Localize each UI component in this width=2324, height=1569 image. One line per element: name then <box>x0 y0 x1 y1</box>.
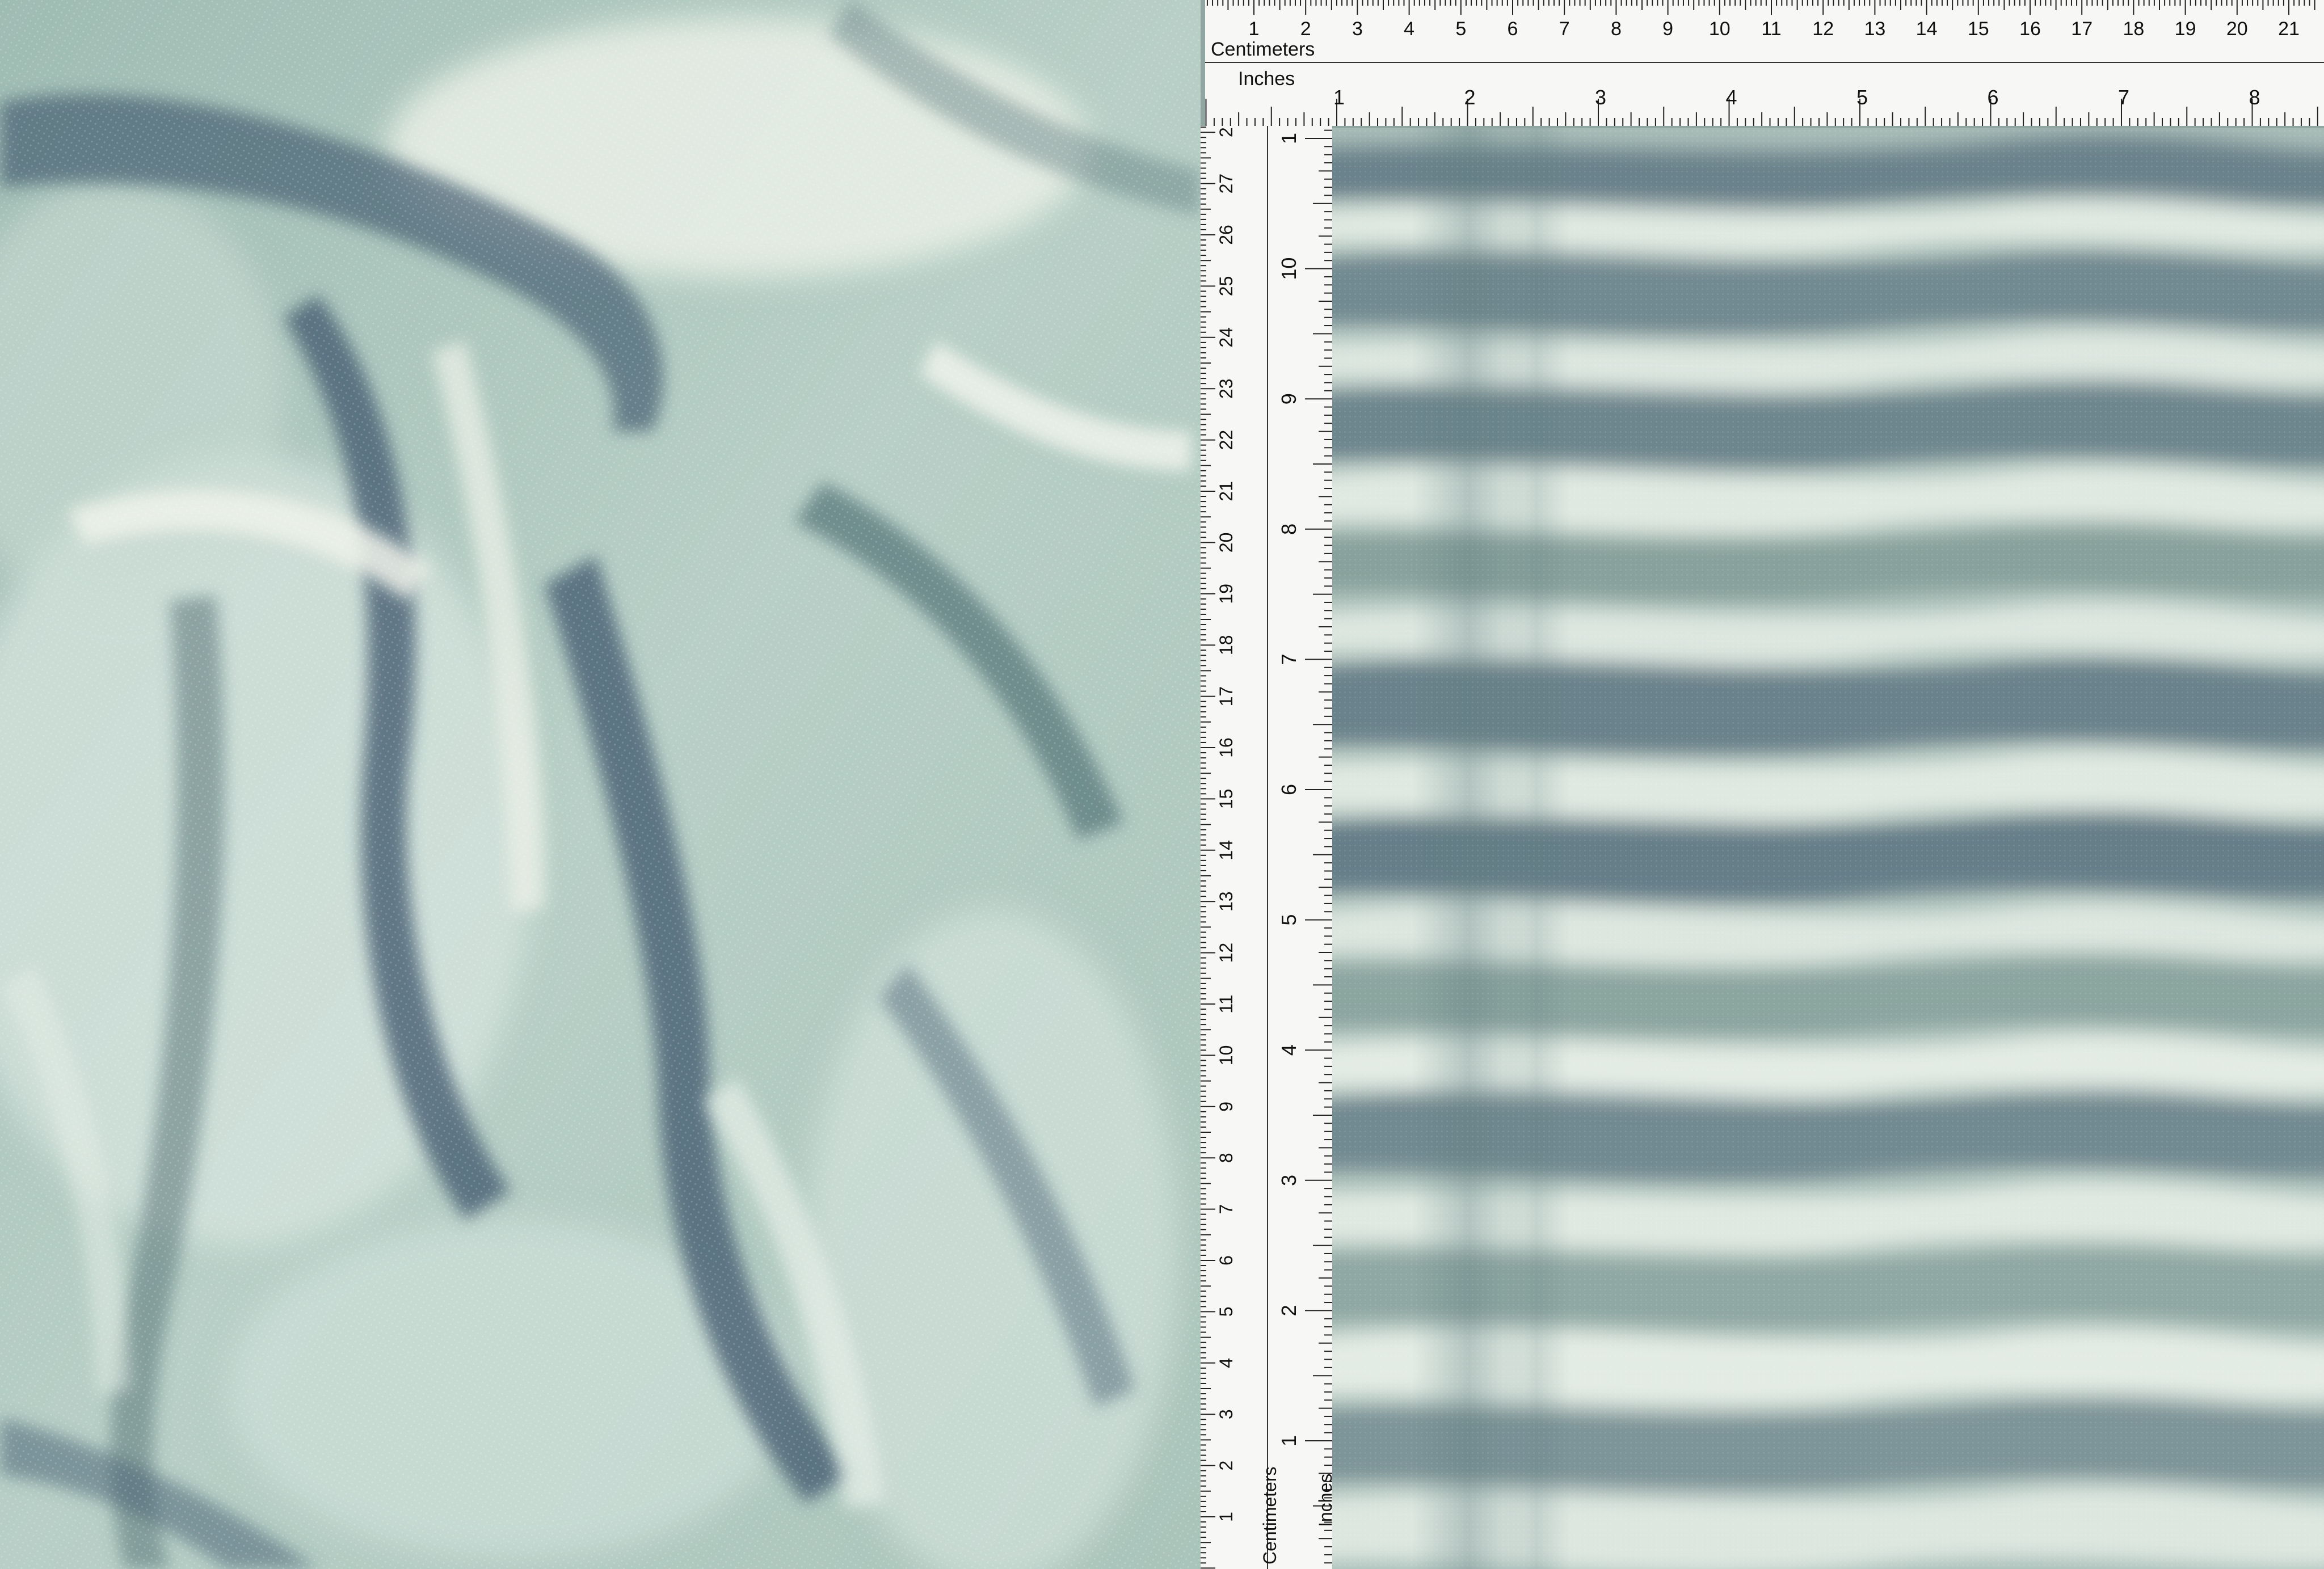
cm-tick-label: 21 <box>2278 18 2300 40</box>
cm-tick-label: 10 <box>1216 1045 1236 1066</box>
cm-tick-label: 16 <box>2019 18 2041 40</box>
inch-tick-label: 7 <box>2118 86 2129 109</box>
cm-tick-label: 6 <box>1508 18 1518 40</box>
flat-fabric-swatch <box>1332 128 2324 1569</box>
left-ruler-unit-centimeters: Centimeters <box>1260 1466 1280 1565</box>
cm-tick-label: 18 <box>2123 18 2144 40</box>
cm-tick-label: 8 <box>1611 18 1622 40</box>
cm-tick-label: 19 <box>2175 18 2196 40</box>
cm-tick-label: 2 <box>1300 18 1311 40</box>
inch-tick-label: 6 <box>1277 784 1300 795</box>
cm-tick-label: 15 <box>1216 789 1236 809</box>
inch-tick-label: 7 <box>1277 653 1300 665</box>
inch-tick-label: 1 <box>1277 133 1300 144</box>
inch-tick-label: 8 <box>2249 86 2260 109</box>
top-ruler: 1 2 3 4 5 6 7 8 9 10 11 12 13 14 15 16 17 18 19 20 21 1 2 3 4 5 6 7… <box>1205 0 2324 126</box>
cm-tick-label: 8 <box>1216 1153 1236 1163</box>
cm-tick-label: 18 <box>1216 635 1236 655</box>
cm-tick-label: 11 <box>1761 18 1781 40</box>
product-photo: 1 2 3 4 5 6 7 8 9 10 11 12 13 14 15 16 17 18 19 20 21 1 2 3 4 5 6 7… <box>0 0 2324 1569</box>
inch-tick-label: 8 <box>1277 524 1300 535</box>
cm-tick-label: 17 <box>2071 18 2093 40</box>
cm-tick-label: 9 <box>1216 1102 1236 1112</box>
inch-tick-label: 4 <box>1277 1044 1300 1056</box>
inch-tick-label: 1 <box>1277 1435 1300 1446</box>
top-ruler-unit-inches: Inches <box>1238 68 1295 90</box>
cm-tick-label: 20 <box>1216 533 1236 553</box>
cm-tick-label: 19 <box>1216 584 1236 604</box>
inch-tick-label: 5 <box>1856 86 1868 109</box>
cm-tick-label: 7 <box>1559 18 1570 40</box>
cm-tick-label: 16 <box>1216 737 1236 758</box>
inch-tick-label: 4 <box>1725 86 1737 109</box>
cm-tick-label: 2 <box>1216 1461 1236 1471</box>
inch-tick-label: 3 <box>1277 1175 1300 1186</box>
cm-tick-label: 13 <box>1216 891 1236 912</box>
left-ruler-unit-inches: Inches <box>1315 1473 1332 1527</box>
cm-tick-label: 14 <box>1916 18 1938 40</box>
cm-tick-label: 14 <box>1216 840 1236 861</box>
cm-tick-label: 15 <box>1968 18 1989 40</box>
cm-tick-label: 11 <box>1216 994 1236 1013</box>
inch-tick-label: 5 <box>1277 914 1300 926</box>
inch-tick-label: 10 <box>1277 258 1300 280</box>
cm-tick-label: 4 <box>1216 1358 1236 1368</box>
cm-tick-label: 3 <box>1216 1409 1236 1419</box>
cm-tick-label: 21 <box>1216 481 1236 501</box>
cm-tick-label: 9 <box>1662 18 1673 40</box>
cm-tick-label: 1 <box>1249 18 1260 40</box>
cm-tick-label: 13 <box>1864 18 1885 40</box>
cm-tick-label: 4 <box>1404 18 1414 40</box>
cm-tick-label: 24 <box>1216 327 1236 348</box>
cm-tick-label: 12 <box>1812 18 1834 40</box>
inch-tick-label: 3 <box>1595 86 1606 109</box>
inch-tick-label: 1 <box>1333 86 1345 109</box>
top-ruler-unit-centimeters: Centimeters <box>1211 39 1315 60</box>
cm-tick-label: 22 <box>1216 430 1236 450</box>
left-ruler: 1 2 3 4 5 6 7 8 9 10 11 12 13 14 15 16 17 18 19 20 21 22 23 24 2… <box>1201 126 1332 1569</box>
inch-tick-label: 2 <box>1464 86 1475 109</box>
cm-tick-label: 23 <box>1216 378 1236 399</box>
cm-tick-label: 27 <box>1216 174 1236 194</box>
flat-fabric-illustration <box>1332 128 2324 1569</box>
cm-tick-label: 1 <box>1216 1512 1236 1522</box>
cm-tick-label: 7 <box>1216 1204 1236 1214</box>
inch-tick-label: 2 <box>1277 1305 1300 1316</box>
cm-tick-label: 5 <box>1216 1307 1236 1317</box>
cm-tick-label: 6 <box>1216 1255 1236 1266</box>
top-ruler-scale: 1 2 3 4 5 6 7 8 9 10 11 12 13 14 15 16 17 18 19 20 211 2 3 4 5 6 7… <box>1205 0 2324 126</box>
draped-fabric-illustration <box>0 0 1201 1569</box>
inch-tick-label: 6 <box>1987 86 1998 109</box>
cm-tick-label: 20 <box>2226 18 2248 40</box>
draped-fabric-photo <box>0 0 1201 1569</box>
cm-tick-label: 25 <box>1216 276 1236 297</box>
cm-tick-label: 26 <box>1216 225 1236 245</box>
cm-tick-label: 12 <box>1216 943 1236 963</box>
cm-tick-label: 3 <box>1352 18 1363 40</box>
cm-tick-label: 10 <box>1709 18 1731 40</box>
cm-tick-label: 17 <box>1216 686 1236 707</box>
cm-tick-label: 2 <box>1216 127 1236 137</box>
left-ruler-scale: 1234567891011121314151617181920212223242… <box>1201 126 1332 1569</box>
cm-tick-label: 5 <box>1455 18 1466 40</box>
inch-tick-label: 9 <box>1277 393 1300 404</box>
